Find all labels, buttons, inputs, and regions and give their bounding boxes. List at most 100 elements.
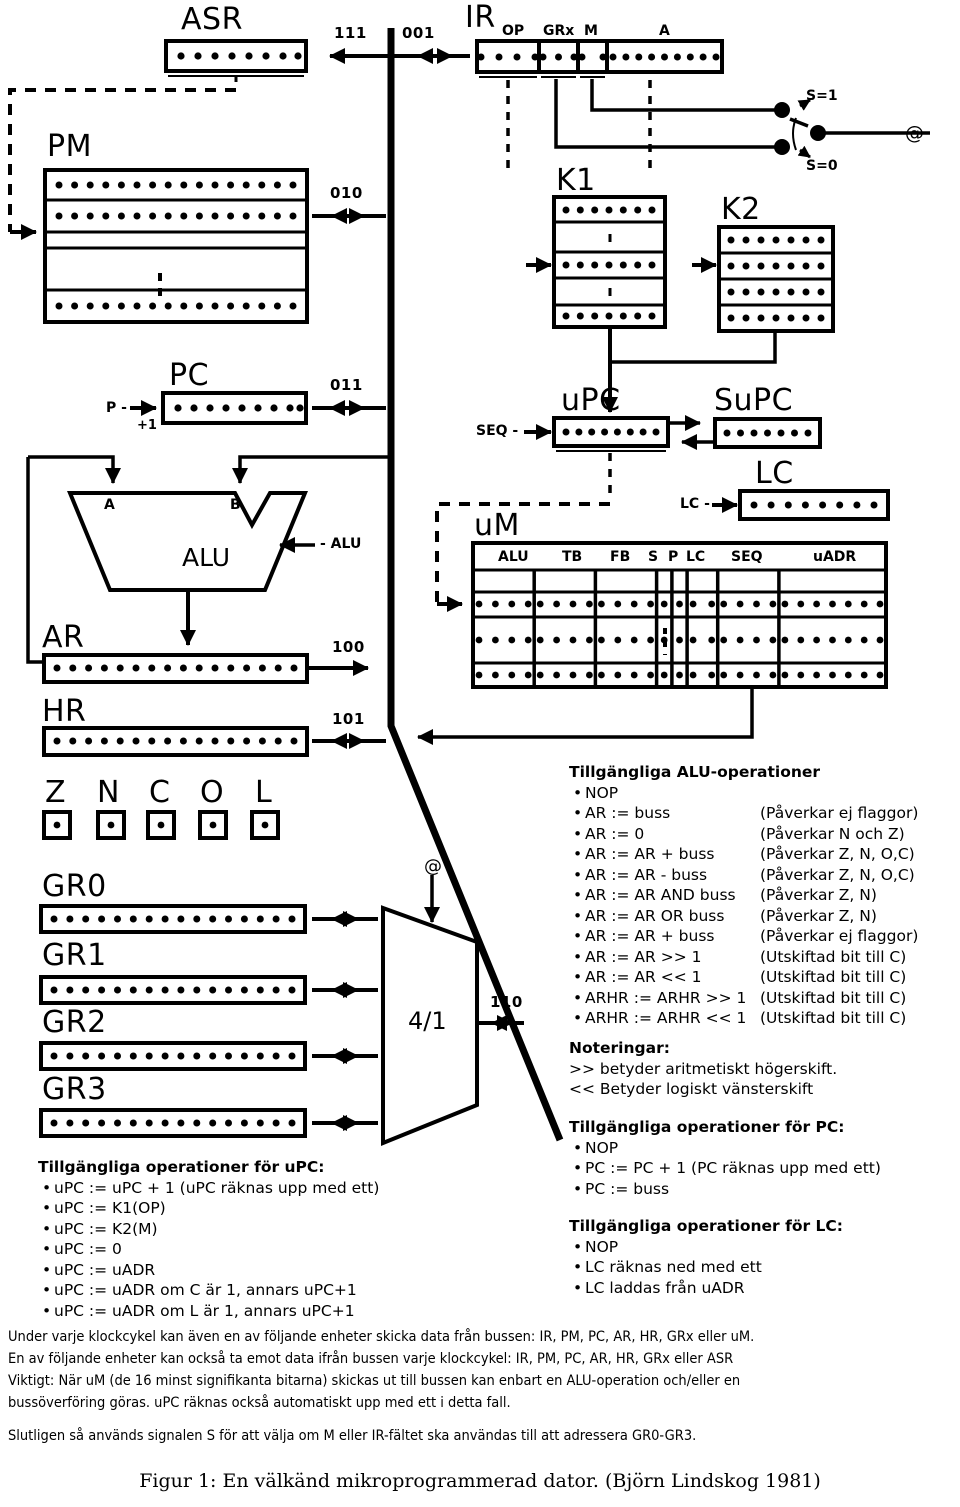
supc-register-box <box>668 415 822 450</box>
list-item: LC räknas ned med ett <box>573 1257 959 1278</box>
lc-register-box <box>712 489 890 521</box>
upc-label: uPC <box>561 383 621 418</box>
k1-label: K1 <box>556 163 596 198</box>
upc-register-box <box>524 416 670 500</box>
alu-input-b-label: B <box>230 497 241 513</box>
footer-line-3: Viktigt: När uM (de 16 minst signifikant… <box>8 1373 741 1389</box>
switch-s0-label: S=0 <box>806 158 838 174</box>
switch-s1-label: S=1 <box>806 88 838 104</box>
figure-caption: Figur 1: En välkänd mikroprogrammerad da… <box>139 1470 821 1492</box>
op-note: (Påverkar Z, N) <box>760 886 877 904</box>
footer-line-4: bussöverföring göras. uPC räknas också a… <box>8 1395 511 1411</box>
list-item: NOP <box>573 1237 959 1258</box>
list-item: ARHR := ARHR << 1 (Utskiftad bit till C) <box>573 1008 959 1029</box>
switch-at-output-icon: @ <box>905 122 924 144</box>
alu-input-a-label: A <box>104 497 115 513</box>
op-text: AR := AR OR buss <box>585 906 725 925</box>
asr-label: ASR <box>181 2 243 37</box>
upc-control-label: SEQ - <box>476 423 519 439</box>
pc-ops-block: Tillgängliga operationer för PC: NOP PC :… <box>569 1117 959 1199</box>
list-item: uPC := 0 <box>42 1239 458 1260</box>
list-item: AR := AR << 1 (Utskiftad bit till C) <box>573 967 959 988</box>
um-field-s-label: S <box>648 549 659 565</box>
op-note: (Påverkar ej flaggor) <box>760 804 919 822</box>
flag-label-z: Z <box>45 775 67 810</box>
op-text: NOP <box>585 783 619 802</box>
mux-select-at-icon: @ <box>424 856 442 877</box>
upc-ops-list: uPC := uPC + 1 (uPC räknas upp med ett)u… <box>38 1178 458 1322</box>
supc-label: SuPC <box>714 383 794 418</box>
wire-um-to-bus <box>417 688 754 745</box>
mux-bus-code: 110 <box>490 993 523 1011</box>
footer-line-2: En av följande enheter kan också ta emot… <box>8 1351 734 1367</box>
pm-bus-code: 010 <box>330 184 363 202</box>
op-note: (Utskiftad bit till C) <box>760 947 907 966</box>
alu-unit-label: ALU <box>182 543 231 572</box>
list-item: AR := AR OR buss (Påverkar Z, N) <box>573 906 959 927</box>
footer-line-1: Under varje klockcykel kan även en av fö… <box>8 1329 755 1345</box>
gr2-label: GR2 <box>42 1005 107 1040</box>
footer-paragraph-block: Under varje klockcykel kan även en av fö… <box>8 1326 958 1414</box>
op-note: (Utskiftad bit till C) <box>760 988 907 1007</box>
notes-block: Noteringar: >> betyder aritmetiskt höger… <box>569 1038 959 1100</box>
ir-field-op-label: OP <box>502 23 525 39</box>
op-text: AR := AR AND buss <box>585 886 736 904</box>
flag-label-o: O <box>200 775 225 810</box>
ar-register-box <box>42 653 369 684</box>
ir-bus-code: 001 <box>402 24 435 42</box>
pc-control-label: P - <box>106 400 127 416</box>
op-note: (Påverkar Z, N, O,C) <box>760 845 915 863</box>
flag-label-l: L <box>255 775 273 810</box>
list-item: AR := AR AND buss (Påverkar Z, N) <box>573 885 959 906</box>
k2-label: K2 <box>721 192 761 227</box>
um-field-p-label: P <box>668 549 679 565</box>
list-item: NOP <box>573 1138 959 1159</box>
list-item: AR := AR + buss (Påverkar ej flaggor) <box>573 926 959 947</box>
pc-ops-title: Tillgängliga operationer för PC: <box>569 1118 845 1136</box>
um-field-seq-label: SEQ <box>731 549 763 565</box>
list-item: uPC := uADR om L är 1, annars uPC+1 <box>42 1301 458 1322</box>
list-item: AR := buss (Påverkar ej flaggor) <box>573 803 959 824</box>
pm-memory-box <box>43 168 309 324</box>
asr-register-box <box>164 39 308 86</box>
lc-label: LC <box>755 456 794 491</box>
op-text: AR := buss <box>585 804 671 822</box>
op-text: ARHR := ARHR << 1 <box>585 1009 747 1027</box>
flag-label-n: N <box>97 775 120 810</box>
op-note: (Utskiftad bit till C) <box>760 1009 907 1027</box>
lc-control-label: LC - <box>680 496 710 512</box>
notes-title: Noteringar: <box>569 1039 670 1057</box>
list-item: AR := AR - buss (Påverkar Z, N, O,C) <box>573 865 959 886</box>
hr-register-box <box>42 726 386 757</box>
op-note: (Påverkar N och Z) <box>760 824 905 843</box>
final-paragraph: Slutligen så används signalen S för att … <box>8 1428 697 1444</box>
ir-field-a-label: A <box>659 23 670 39</box>
gr1-label: GR1 <box>42 938 107 973</box>
flag-label-c: C <box>149 775 171 810</box>
notes-line-2: << Betyder logiskt vänsterskift <box>569 1080 814 1098</box>
alu-control-label: - ALU <box>320 536 362 552</box>
lc-ops-title: Tillgängliga operationer för LC: <box>569 1217 843 1235</box>
pc-increment-label: +1 <box>137 418 157 433</box>
op-note: (Påverkar Z, N) <box>760 906 877 925</box>
list-item: ARHR := ARHR >> 1 (Utskiftad bit till C) <box>573 988 959 1009</box>
op-note: (Påverkar Z, N, O,C) <box>760 865 915 884</box>
flag-bits <box>42 810 280 840</box>
upc-ops-block: Tillgängliga operationer för uPC: uPC :=… <box>38 1157 458 1321</box>
op-text: AR := AR << 1 <box>585 968 702 986</box>
hr-bus-code: 101 <box>332 710 365 728</box>
list-item: AR := AR + buss (Påverkar Z, N, O,C) <box>573 844 959 865</box>
ir-register-box <box>475 39 782 170</box>
um-field-tb-label: TB <box>562 549 583 565</box>
pm-label: PM <box>47 129 92 164</box>
pc-bus-code: 011 <box>330 376 363 394</box>
um-label: uM <box>474 508 520 543</box>
um-field-uadr-label: uADR <box>813 549 857 565</box>
op-note: (Påverkar ej flaggor) <box>760 927 919 945</box>
um-field-alu-label: ALU <box>498 549 529 565</box>
k1-rom-box <box>526 195 667 329</box>
ir-label: IR <box>465 0 496 35</box>
list-item: PC := buss <box>573 1179 959 1200</box>
op-text: AR := AR >> 1 <box>585 947 702 966</box>
um-field-fb-label: FB <box>610 549 631 565</box>
